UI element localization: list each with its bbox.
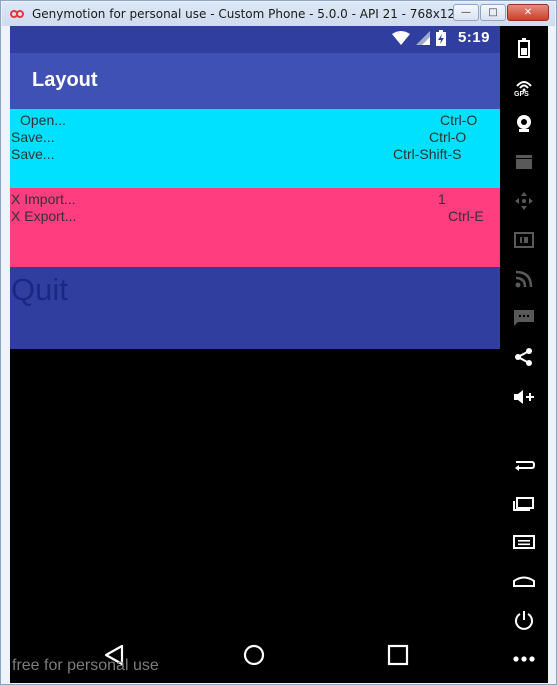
file-menu-section: Open... Ctrl-O Save... Ctrl-O Save... Ct… [10, 109, 500, 188]
page-title: Layout [32, 69, 98, 91]
battery-icon[interactable] [510, 35, 538, 61]
more-icon[interactable] [510, 646, 538, 672]
home-side-icon[interactable] [510, 567, 538, 593]
quit-section: Quit [10, 267, 500, 349]
window-controls: — □ ✕ [453, 4, 549, 21]
shortcut-open: Ctrl-O [440, 112, 478, 128]
menu-item-export[interactable]: X Export... [11, 208, 76, 224]
menu-item-import[interactable]: X Import... [11, 191, 76, 207]
device-screen: 5:19 Layout Open... Ctrl-O Save... Ctrl-… [10, 26, 500, 683]
maximize-button[interactable]: □ [480, 4, 506, 21]
video-capture-icon[interactable] [510, 149, 538, 175]
volume-icon[interactable] [510, 384, 538, 410]
close-button[interactable]: ✕ [507, 4, 549, 21]
shortcut-save: Ctrl-O [429, 129, 467, 145]
recent-apps-icon[interactable] [386, 643, 410, 667]
menu-item-quit[interactable]: Quit [11, 272, 68, 308]
share-icon[interactable] [510, 344, 538, 370]
menu-item-open[interactable]: Open... [20, 112, 66, 128]
import-export-section: X Import... 1 X Export... Ctrl-E [10, 188, 500, 267]
device-id-icon[interactable] [510, 227, 538, 253]
action-bar: Layout [10, 53, 500, 109]
status-bar: 5:19 [10, 26, 500, 53]
minimize-button[interactable]: — [453, 4, 479, 21]
watermark: free for personal use [12, 657, 159, 674]
menu-item-save-as[interactable]: Save... [11, 146, 55, 162]
power-icon[interactable] [510, 607, 538, 633]
shortcut-save-as: Ctrl-Shift-S [393, 146, 462, 162]
emulator-toolbar: GPS [500, 26, 548, 683]
gps-icon[interactable]: GPS [510, 72, 538, 98]
signal-icon [415, 30, 430, 45]
shortcut-import: 1 [438, 191, 446, 207]
emulator-window: Genymotion for personal use - Custom Pho… [0, 0, 557, 685]
gps-label: GPS [514, 91, 529, 98]
shortcut-export: Ctrl-E [448, 208, 484, 224]
menu-item-save[interactable]: Save... [11, 129, 55, 145]
rss-icon[interactable] [510, 266, 538, 292]
wifi-icon [391, 30, 410, 45]
window-title: Genymotion for personal use - Custom Pho… [32, 7, 467, 21]
navigation-bar: free for personal use [10, 627, 500, 683]
battery-charging-icon [435, 29, 446, 46]
genymotion-logo-icon [10, 9, 24, 19]
recent-apps-side-icon[interactable] [510, 491, 538, 517]
clock: 5:19 [457, 29, 490, 46]
webcam-icon[interactable] [510, 110, 538, 136]
window-titlebar[interactable]: Genymotion for personal use - Custom Pho… [2, 2, 555, 26]
sms-icon[interactable] [510, 305, 538, 331]
menu-icon[interactable] [510, 529, 538, 555]
dpad-icon[interactable] [510, 188, 538, 214]
rotate-icon[interactable] [510, 452, 538, 478]
home-icon[interactable] [242, 643, 266, 667]
